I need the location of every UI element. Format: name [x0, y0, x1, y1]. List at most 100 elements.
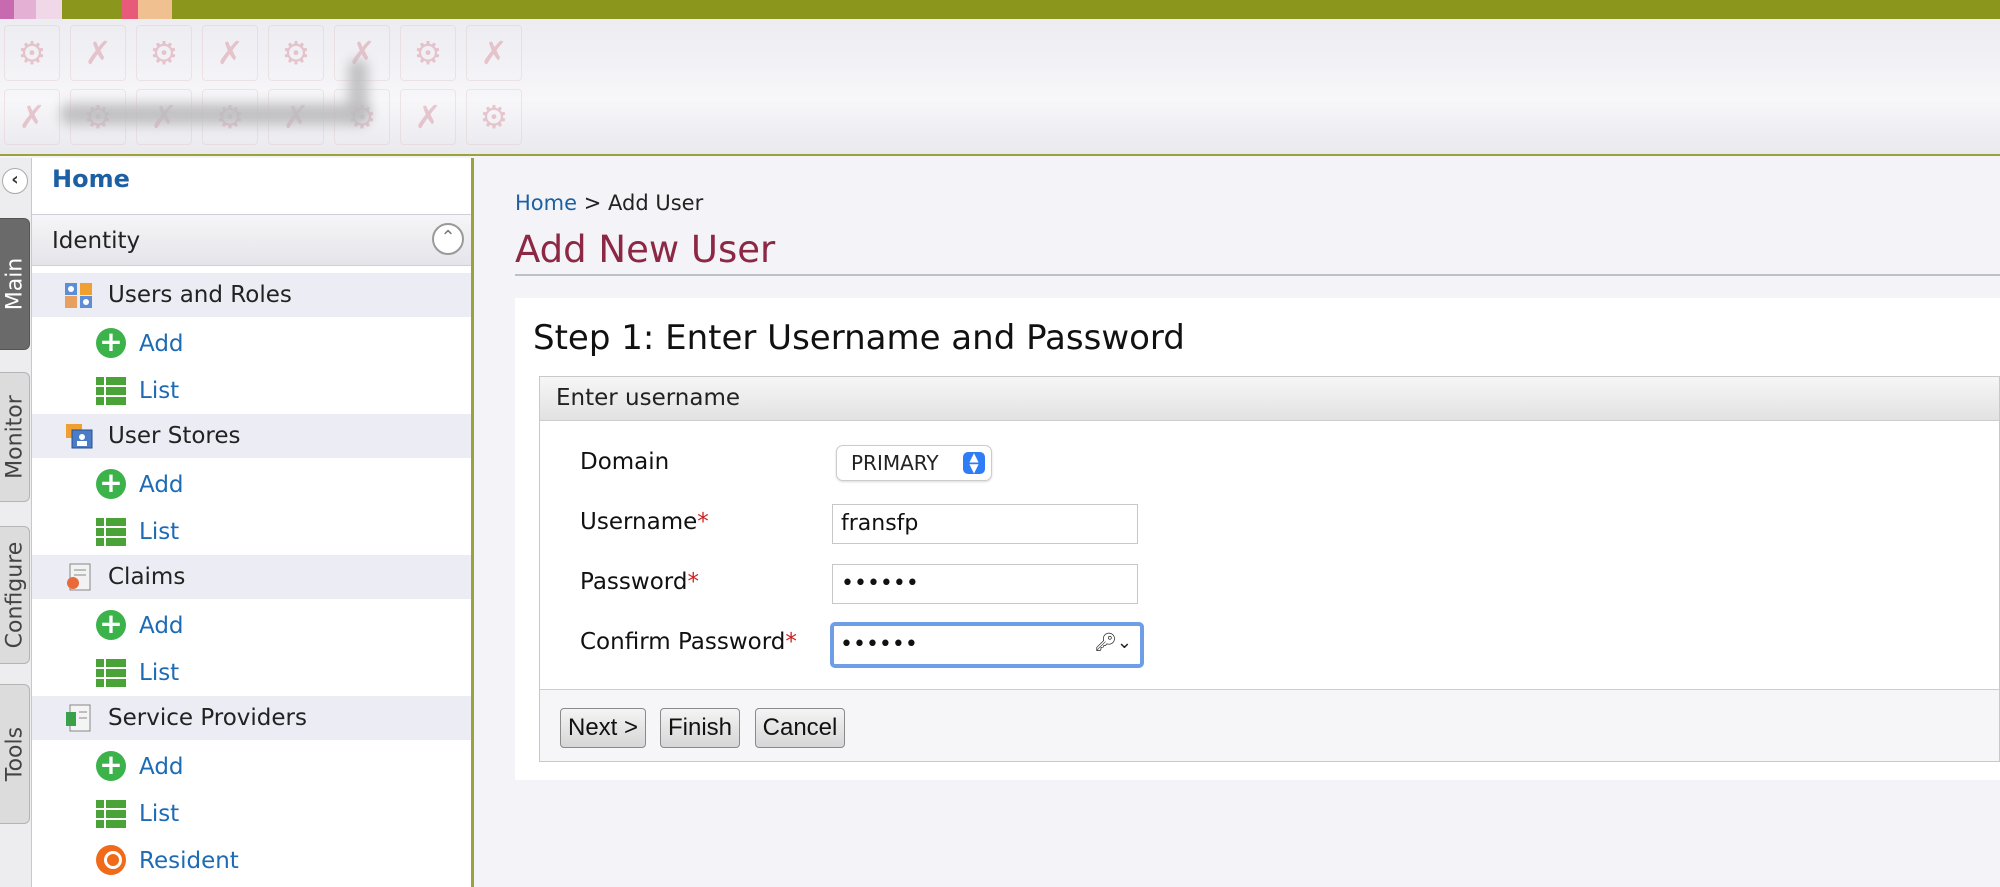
users-roles-icon	[65, 283, 92, 308]
tab-configure[interactable]: Configure	[0, 526, 30, 664]
username-label: Username*	[580, 509, 709, 535]
brand-swatch	[36, 0, 62, 19]
brand-swatch	[14, 0, 36, 19]
add-user-panel: Step 1: Enter Username and Password Ente…	[515, 298, 2000, 780]
sidebar: Home Identity ⌃ Users and Roles + Add Li…	[32, 158, 474, 887]
top-brand-bar	[0, 0, 2000, 19]
username-input[interactable]: fransfp	[832, 504, 1138, 544]
required-marker: *	[697, 509, 709, 535]
brand-swatch	[0, 0, 14, 19]
select-arrows-icon: ▲ ▼	[963, 451, 985, 474]
tools-icon: ✗	[400, 89, 456, 145]
list-icon	[96, 798, 126, 828]
sidebar-group-label: Claims	[108, 564, 186, 590]
sidebar-group-user-stores[interactable]: User Stores	[32, 414, 471, 458]
tab-label: Monitor	[2, 395, 27, 479]
tab-tools[interactable]: Tools	[0, 684, 30, 824]
brand-swatch	[122, 0, 138, 19]
sidebar-item-label: List	[139, 519, 180, 545]
sidebar-item-label: List	[139, 801, 180, 827]
tab-label: Tools	[2, 726, 27, 782]
next-button[interactable]: Next >	[560, 708, 646, 748]
tools-icon: ✗	[466, 25, 522, 81]
sidebar-item-label: List	[139, 378, 180, 404]
sidebar-section-identity[interactable]: Identity ⌃	[32, 214, 471, 266]
breadcrumb-current: Add User	[608, 191, 704, 215]
tab-main[interactable]: Main	[0, 218, 30, 350]
sidebar-item-label: Add	[139, 613, 184, 639]
add-icon: +	[96, 751, 126, 781]
required-marker: *	[687, 569, 699, 595]
username-label-text: Username	[580, 509, 698, 535]
collapse-section-icon[interactable]: ⌃	[432, 223, 464, 255]
username-fieldset: Enter username Domain PRIMARY ▲ ▼ Usernam…	[539, 376, 2000, 762]
password-label-text: Password	[580, 569, 688, 595]
password-input[interactable]: ••••••	[832, 564, 1138, 604]
add-icon: +	[96, 610, 126, 640]
tools-icon: ✗	[4, 89, 60, 145]
sidebar-group-label: Users and Roles	[108, 282, 292, 308]
password-manager-key-icon[interactable]: 🔑︎⌄	[1094, 632, 1132, 653]
gear-icon: ⚙	[268, 25, 324, 81]
breadcrumb: Home > Add User	[515, 191, 703, 215]
service-providers-icon	[66, 704, 91, 732]
sidebar-item-sp-add[interactable]: + Add	[32, 744, 471, 788]
page-title: Add New User	[515, 228, 776, 271]
tab-label: Configure	[2, 541, 27, 649]
cancel-button[interactable]: Cancel	[755, 708, 845, 748]
list-icon	[96, 657, 126, 687]
step-title: Step 1: Enter Username and Password	[533, 318, 1185, 358]
add-icon: +	[96, 469, 126, 499]
sidebar-item-userstores-add[interactable]: + Add	[32, 462, 471, 506]
product-logo[interactable]: ⚙ ✗ ⚙ ✗ ⚙ ✗ ⚙ ✗ ✗ ⚙ ✗ ⚙ ✗ ⚙ ✗ ⚙	[0, 19, 540, 154]
logo-mark	[60, 103, 370, 125]
user-stores-icon	[66, 424, 93, 449]
claims-icon	[67, 563, 91, 591]
breadcrumb-home-link[interactable]: Home	[515, 191, 577, 215]
sidebar-home-link[interactable]: Home	[52, 158, 130, 210]
domain-select-value: PRIMARY	[851, 451, 939, 475]
tab-monitor[interactable]: Monitor	[0, 372, 30, 502]
logo-mark	[348, 59, 368, 119]
sidebar-item-users-add[interactable]: + Add	[32, 321, 471, 365]
sidebar-item-claims-list[interactable]: List	[32, 650, 471, 694]
required-marker: *	[785, 629, 797, 655]
sidebar-group-label: User Stores	[108, 423, 241, 449]
finish-button[interactable]: Finish	[660, 708, 740, 748]
domain-label-text: Domain	[580, 449, 670, 475]
sidebar-item-sp-resident[interactable]: Resident	[32, 838, 471, 882]
fieldset-header: Enter username	[540, 377, 1999, 421]
sidebar-item-userstores-list[interactable]: List	[32, 509, 471, 553]
sidebar-item-label: List	[139, 660, 180, 686]
password-label: Password*	[580, 569, 699, 595]
sidebar-group-service-providers[interactable]: Service Providers	[32, 696, 471, 740]
sidebar-group-users-and-roles[interactable]: Users and Roles	[32, 273, 471, 317]
list-icon	[96, 375, 126, 405]
confirm-password-value: ••••••	[840, 632, 918, 657]
sidebar-item-label: Add	[139, 754, 184, 780]
list-icon	[96, 516, 126, 546]
sidebar-group-label: Service Providers	[108, 705, 307, 731]
domain-select[interactable]: PRIMARY ▲ ▼	[836, 445, 992, 481]
confirm-password-input[interactable]: •••••• 🔑︎⌄	[830, 622, 1144, 668]
tab-label: Main	[2, 257, 27, 311]
resident-icon	[96, 845, 126, 875]
page-header: ⚙ ✗ ⚙ ✗ ⚙ ✗ ⚙ ✗ ✗ ⚙ ✗ ⚙ ✗ ⚙ ✗ ⚙	[0, 19, 2000, 156]
sidebar-item-label: Add	[139, 472, 184, 498]
gear-icon: ⚙	[4, 25, 60, 81]
sidebar-item-label: Resident	[139, 848, 239, 874]
tools-icon: ✗	[202, 25, 258, 81]
gear-icon: ⚙	[136, 25, 192, 81]
sidebar-item-users-list[interactable]: List	[32, 368, 471, 412]
confirm-password-label: Confirm Password*	[580, 629, 797, 655]
sidebar-item-claims-add[interactable]: + Add	[32, 603, 471, 647]
sidebar-item-label: Add	[139, 331, 184, 357]
collapse-menu-button[interactable]: ‹	[2, 168, 28, 194]
sidebar-item-sp-list[interactable]: List	[32, 791, 471, 835]
sidebar-group-claims[interactable]: Claims	[32, 555, 471, 599]
title-divider	[515, 274, 2000, 276]
add-icon: +	[96, 328, 126, 358]
brand-swatch	[138, 0, 172, 19]
breadcrumb-separator: >	[583, 191, 602, 215]
form-button-bar: Next > Finish Cancel	[540, 689, 1999, 761]
